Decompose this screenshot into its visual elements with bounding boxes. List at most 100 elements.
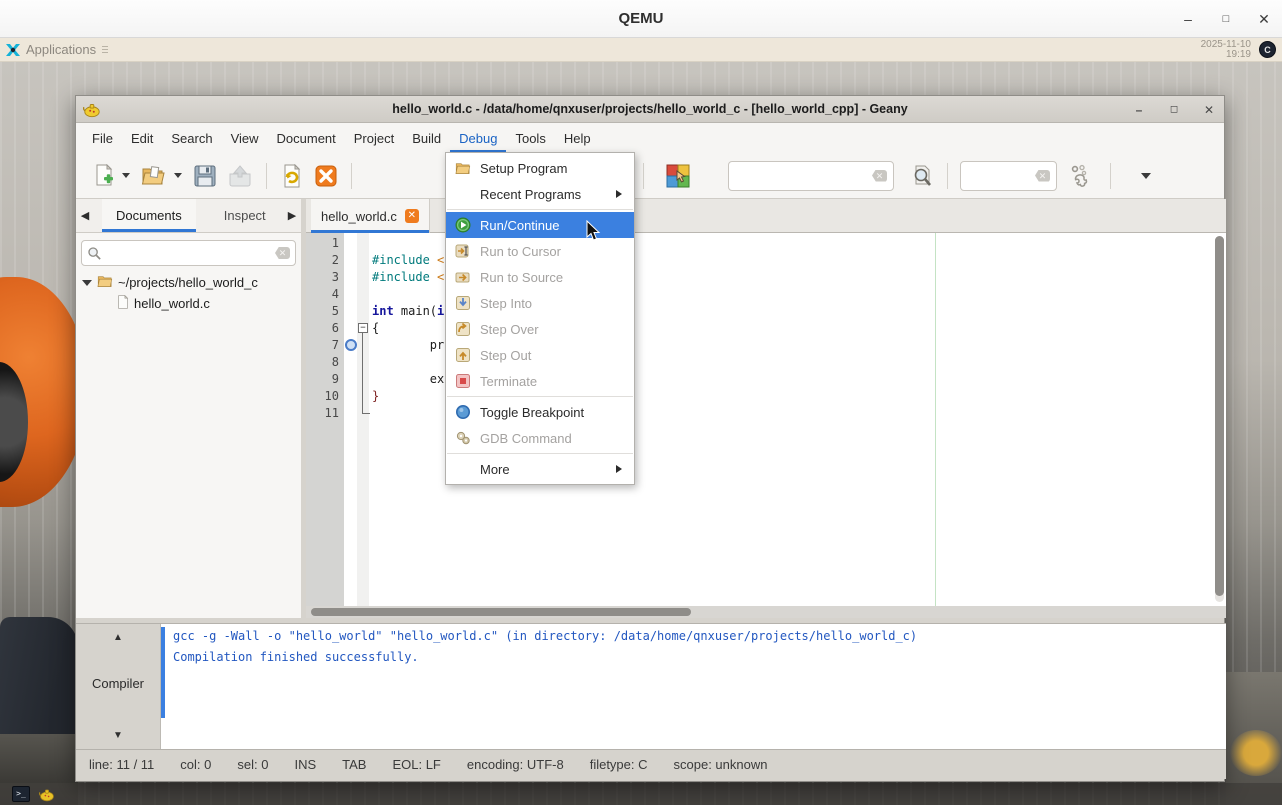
menu-project[interactable]: Project [345, 123, 403, 153]
filter-clear-icon[interactable]: ✕ [275, 247, 290, 259]
toolbar-overflow-icon[interactable] [1141, 172, 1151, 183]
geany-close-button[interactable]: ✕ [1202, 103, 1216, 117]
line-number: 8 [331, 355, 339, 369]
debug-menu-item-label: Toggle Breakpoint [480, 404, 585, 420]
status-scope: scope: unknown [673, 757, 768, 772]
line-number-gutter: 1 2 3 4 5 6 7 8 9 10 11 [306, 233, 344, 606]
goto-line-input[interactable]: ✕ [960, 160, 1057, 191]
line-number: 10 [324, 389, 339, 403]
geany-titlebar[interactable]: hello_world.c - /data/home/qnxuser/proje… [76, 96, 1224, 123]
debug-menu-item-gdb-command[interactable]: GDB Command [446, 425, 634, 451]
breakpoint-marker-icon[interactable] [345, 339, 357, 351]
editor-tabbar: hello_world.c ✕ [306, 199, 1226, 233]
fold-collapse-icon[interactable]: − [358, 323, 368, 333]
terminal-icon[interactable]: >_ [12, 786, 30, 802]
close-document-icon[interactable] [309, 159, 343, 193]
search-entry-clear-icon[interactable]: ✕ [872, 169, 887, 182]
debug-menu-item-terminate[interactable]: Terminate [446, 368, 634, 394]
gdb-gears-icon [454, 430, 472, 446]
menu-separator [447, 453, 633, 454]
sidebar-tabs-scroll-left-icon[interactable]: ◀ [76, 199, 94, 232]
filter-search-icon [88, 246, 101, 260]
taskbar-clock: 2025-11-10 19:19 [1201, 39, 1251, 60]
search-icon[interactable] [905, 159, 939, 193]
fold-margin[interactable] [357, 233, 369, 606]
qemu-window-title: QEMU [618, 10, 664, 27]
debug-menu-item-run-to-source[interactable]: Run to Source [446, 264, 634, 290]
tab-close-icon[interactable]: ✕ [404, 209, 419, 223]
color-chooser-icon[interactable] [660, 159, 696, 193]
debug-menu-item-step-into[interactable]: Step Into [446, 290, 634, 316]
debug-menu-item-run-continue[interactable]: Run/Continue [446, 212, 634, 238]
tab-hello-world-c[interactable]: hello_world.c ✕ [311, 199, 430, 233]
applications-menu-icon[interactable] [102, 46, 109, 53]
menu-debug[interactable]: Debug [450, 123, 506, 153]
menu-edit[interactable]: Edit [122, 123, 162, 153]
tree-item-hello-world-c[interactable]: hello_world.c [76, 293, 301, 314]
documents-tree: ~/projects/hello_world_c hello_world.c [76, 272, 301, 314]
qnx-logo-icon[interactable] [5, 42, 21, 58]
status-tab: TAB [342, 757, 367, 772]
toolbar-search-input[interactable]: ✕ [728, 160, 894, 191]
status-indicator-icon[interactable]: C [1259, 41, 1276, 58]
geany-app-icon [83, 104, 100, 118]
status-ins: INS [294, 757, 317, 772]
menu-tools[interactable]: Tools [506, 123, 554, 153]
code-editor[interactable]: 1234567891011 #include <stdio.h>#include… [306, 233, 1226, 606]
menu-help[interactable]: Help [555, 123, 600, 153]
geany-icon[interactable] [39, 786, 55, 802]
debug-menu-item-step-over[interactable]: Step Over [446, 316, 634, 342]
qemu-close-button[interactable]: ✕ [1256, 11, 1272, 28]
status-col: col: 0 [180, 757, 212, 772]
revert-icon[interactable] [275, 159, 309, 193]
tree-expander-icon[interactable] [82, 279, 92, 291]
msg-tabs-scroll-down-icon[interactable]: ▼ [76, 730, 160, 741]
open-file-dropdown-icon[interactable] [174, 173, 182, 182]
msg-tabs-scroll-up-icon[interactable]: ▲ [76, 632, 160, 643]
tab-compiler[interactable]: Compiler [76, 676, 160, 691]
statusbar: line: 11 / 11 col: 0 sel: 0 INS TAB EOL: LF en… [76, 749, 1226, 779]
debug-menu-item-setup-program[interactable]: Setup Program [446, 155, 634, 181]
screen: QEMU – □ ✕ Applications 2025-11-10 19:19… [0, 0, 1282, 805]
goto-entry-clear-icon[interactable]: ✕ [1035, 169, 1050, 182]
status-eol: EOL: LF [392, 757, 441, 772]
line-number: 11 [324, 406, 339, 420]
menu-search[interactable]: Search [162, 123, 221, 153]
line-number: 9 [331, 372, 339, 386]
marker-margin[interactable] [344, 233, 357, 606]
editor-horizontal-scrollbar[interactable] [306, 606, 1226, 618]
menu-document[interactable]: Document [268, 123, 345, 153]
editor-vertical-scrollbar[interactable] [1215, 236, 1224, 602]
geany-maximize-button[interactable]: ◻ [1167, 104, 1181, 115]
new-file-dropdown-icon[interactable] [122, 173, 130, 182]
debug-menu-item-more[interactable]: More [446, 456, 634, 482]
menu-view[interactable]: View [222, 123, 268, 153]
debug-menu-item-recent-programs[interactable]: Recent Programs [446, 181, 634, 207]
folder-icon [454, 160, 472, 176]
new-file-icon[interactable] [88, 159, 120, 193]
menu-build[interactable]: Build [403, 123, 450, 153]
qemu-maximize-button[interactable]: □ [1218, 13, 1234, 25]
tree-item--projects-hello-world-c[interactable]: ~/projects/hello_world_c [76, 272, 301, 293]
sidebar-tabs-scroll-right-icon[interactable]: ▶ [283, 199, 301, 232]
tab-documents[interactable]: Documents [102, 199, 196, 232]
geany-minimize-button[interactable]: – [1132, 103, 1146, 117]
geany-menubar: File Edit Search View Document Project Build De… [76, 123, 1224, 153]
goto-line-icon[interactable] [1062, 159, 1096, 193]
menu-file[interactable]: File [83, 123, 122, 153]
open-file-icon[interactable] [136, 159, 172, 193]
debug-menu-item-run-to-cursor[interactable]: Run to Cursor [446, 238, 634, 264]
compiler-output[interactable]: gcc -g -Wall -o "hello_world" "hello_wor… [161, 624, 1226, 749]
applications-menu[interactable]: Applications [26, 42, 96, 57]
debug-menu-item-toggle-breakpoint[interactable]: Toggle Breakpoint [446, 399, 634, 425]
save-icon[interactable] [188, 159, 222, 193]
geany-window-title: hello_world.c - /data/home/qnxuser/proje… [392, 102, 908, 116]
debug-menu-item-step-out[interactable]: Step Out [446, 342, 634, 368]
line-number: 1 [331, 236, 339, 250]
debug-menu-item-label: Terminate [480, 373, 538, 389]
line-number: 3 [331, 270, 339, 284]
save-all-icon[interactable] [222, 159, 258, 193]
qemu-minimize-button[interactable]: – [1180, 11, 1196, 27]
tab-inspect[interactable]: Inspect [210, 199, 280, 232]
documents-filter-input[interactable]: ✕ [81, 240, 296, 266]
